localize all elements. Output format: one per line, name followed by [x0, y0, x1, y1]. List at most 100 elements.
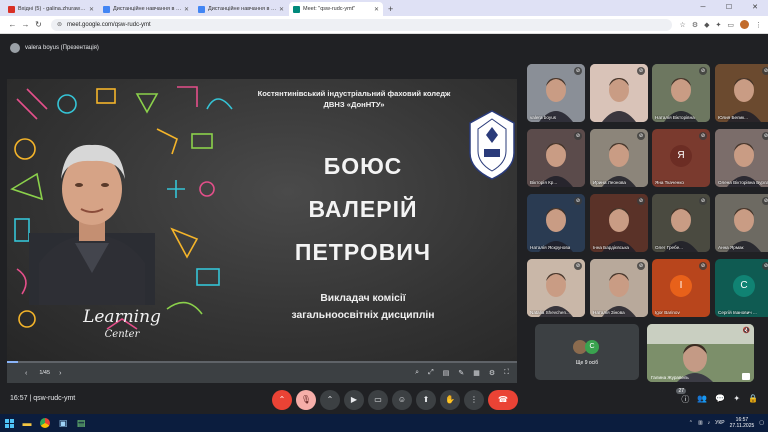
extension-icon[interactable]: ⚙ — [692, 21, 698, 29]
pin-icon[interactable] — [742, 373, 750, 380]
participant-tile[interactable]: ⊘ Вікторія Кр... — [527, 129, 585, 187]
others-tile[interactable]: C Ще 9 осіб — [535, 324, 639, 380]
notifications-icon[interactable]: ▢ — [759, 420, 764, 426]
browser-toolbar: ← → ↻ ⊜ meet.google.com/qsw-rudc-ymt ☆ ⚙… — [0, 16, 768, 34]
participant-tile[interactable]: I ⊘ Igor Barinov — [652, 259, 710, 317]
language-indicator[interactable]: УКР — [715, 420, 724, 426]
site-info-icon[interactable]: ⊜ — [57, 21, 62, 28]
presentation-stage[interactable]: Learning Center Костянтинівський індустр… — [7, 79, 517, 363]
surname: БОЮС — [323, 153, 403, 179]
participant-tile[interactable]: ⊘ Юлия Белик... — [715, 64, 768, 122]
fullscreen-icon[interactable]: ⛶ — [504, 369, 509, 377]
tab-favicon-icon — [103, 5, 110, 13]
fit-icon[interactable]: ⤢ — [428, 369, 434, 377]
volume-icon[interactable]: ♪ — [708, 420, 711, 426]
tab-close-icon[interactable]: ✕ — [89, 6, 94, 13]
self-mute-icon: 🔇 — [742, 328, 750, 334]
participant-tile[interactable]: ⊘ Інна Бардієвська — [590, 194, 648, 252]
minimize-icon[interactable]: ─ — [690, 0, 716, 16]
browser-tab-4[interactable]: Meet: "qsw-rudc-ymt" ✕ — [289, 2, 383, 16]
participant-tile[interactable]: ⊘ Анна Ярмак — [715, 194, 768, 252]
tab-favicon-icon — [293, 5, 300, 13]
participant-tile[interactable]: ⊘ Наталія Яскрунова — [527, 194, 585, 252]
windows-start-icon[interactable] — [0, 414, 18, 432]
participant-tile[interactable]: ⊘ Олена Вікторівна Бурлак — [715, 129, 768, 187]
leave-call-button[interactable]: ☎ — [488, 390, 518, 410]
participant-tile[interactable]: ⊘ valera boyus — [527, 64, 585, 122]
grid-icon[interactable]: ▦ — [473, 369, 480, 377]
bookmark-star-icon[interactable]: ☆ — [680, 21, 686, 29]
prev-slide-icon[interactable]: ‹ — [25, 370, 27, 377]
presentation-controls: ‹ 1/45 › ⌕ ⤢ ▤ ✎ ▦ ⚙ ⛶ — [7, 363, 517, 383]
tab-close-icon[interactable]: ✕ — [279, 6, 284, 13]
self-video-tile[interactable]: Галина Журавель 🔇 — [647, 324, 754, 382]
college-line-1: Костянтинівський індустріальний фаховий … — [257, 89, 451, 98]
meeting-code: qsw-rudc-ymt — [33, 395, 76, 402]
people-icon[interactable]: 👥 — [697, 394, 707, 405]
camera-toggle-button[interactable]: ▶ — [344, 390, 364, 410]
tray-chevron-icon[interactable]: ⌃ — [689, 420, 693, 426]
captions-icon[interactable]: ▤ — [443, 369, 450, 377]
captions-button[interactable]: ▭ — [368, 390, 388, 410]
chat-icon[interactable]: 💬 — [715, 394, 725, 405]
self-name: Галина Журавель — [651, 375, 689, 380]
settings-icon[interactable]: ⚙ — [489, 369, 495, 377]
extension-icon-2[interactable]: ◆ — [704, 21, 709, 29]
mic-options-button[interactable]: ⌃ — [272, 390, 292, 410]
meet-bottom-bar: 16:57 | qsw-rudc-ymt ⌃ 🎙 ⌃ ▶ ▭ ☺ ⬆ ✋ ⋮ ☎… — [0, 386, 768, 414]
browser-tab-strip: Вхідні (5) - galina.zhurawel@ict✕Дистанц… — [0, 0, 768, 16]
url-text: meet.google.com/qsw-rudc-ymt — [67, 21, 151, 28]
muted-mic-icon: ⊘ — [574, 262, 582, 270]
forward-icon[interactable]: → — [19, 20, 32, 29]
participant-tile[interactable]: ⊘ Наталія Зінова — [590, 259, 648, 317]
new-tab-icon[interactable]: + — [388, 2, 393, 16]
close-window-icon[interactable]: ✕ — [742, 0, 768, 16]
muted-mic-icon: ⊘ — [762, 262, 768, 270]
logo-text-center: Center — [104, 329, 140, 340]
host-controls-icon[interactable]: 🔒 — [748, 394, 758, 405]
raise-hand-button[interactable]: ✋ — [440, 390, 460, 410]
reload-icon[interactable]: ↻ — [32, 20, 45, 29]
emoji-button[interactable]: ☺ — [392, 390, 412, 410]
tab-close-icon[interactable]: ✕ — [184, 6, 189, 13]
browser-tab-1[interactable]: Вхідні (5) - galina.zhurawel@ict✕ — [4, 2, 98, 16]
tab-close-icon[interactable]: ✕ — [374, 6, 379, 13]
participant-name: Наталія Яскрунова — [530, 245, 571, 250]
mic-toggle-button[interactable]: 🎙 — [296, 390, 316, 410]
photos-app-icon[interactable]: ▣ — [54, 414, 72, 432]
chrome-icon[interactable] — [36, 414, 54, 432]
participant-tile[interactable]: ⊘ Natalia Shevchen... — [527, 259, 585, 317]
activities-icon[interactable]: ✦ — [733, 394, 740, 405]
muted-mic-icon: ⊘ — [637, 67, 645, 75]
participant-tile[interactable]: С ⊘ Сергій Іванович ... — [715, 259, 768, 317]
other-avatar-2: C — [585, 340, 599, 354]
participant-tile[interactable]: ⊘ Олег Гребе... — [652, 194, 710, 252]
pointer-icon[interactable]: ✎ — [458, 369, 464, 377]
menu-icon[interactable]: ⋮ — [755, 21, 762, 29]
browser-tab-2[interactable]: Дистанційне навчання в ВСП ✕ — [99, 2, 193, 16]
participant-initial: С — [733, 275, 755, 297]
file-explorer-icon[interactable]: ▬ — [18, 414, 36, 432]
participant-tile[interactable]: Я ⊘ Яна Ткаченко — [652, 129, 710, 187]
address-bar[interactable]: ⊜ meet.google.com/qsw-rudc-ymt — [51, 18, 672, 31]
browser-tab-3[interactable]: Дистанційне навчання в ВСП ✕ — [194, 2, 288, 16]
paint-app-icon[interactable]: ▤ — [72, 414, 90, 432]
tray-clock[interactable]: 16:57 27.11.2025 — [730, 417, 755, 429]
participant-tile[interactable]: ⊘ Ирина Леонова — [590, 129, 648, 187]
zoom-icon[interactable]: ⌕ — [415, 369, 419, 377]
sidepanel-icon[interactable]: ▭ — [727, 21, 734, 29]
participant-tile[interactable]: ⊘ — [590, 64, 648, 122]
camera-options-button[interactable]: ⌃ — [320, 390, 340, 410]
back-icon[interactable]: ← — [6, 20, 19, 29]
network-icon[interactable]: ▥ — [698, 420, 703, 426]
next-slide-icon[interactable]: › — [59, 370, 61, 377]
puzzle-icon[interactable]: ✦ — [716, 21, 722, 29]
maximize-icon[interactable]: ☐ — [716, 0, 742, 16]
info-icon[interactable]: ⓘ — [681, 394, 689, 405]
participant-initial: Я — [670, 145, 692, 167]
first-name: ВАЛЕРІЙ — [308, 196, 418, 222]
profile-avatar[interactable] — [740, 20, 749, 29]
participant-tile[interactable]: ⊘ Наталія Вікторівна — [652, 64, 710, 122]
more-options-button[interactable]: ⋮ — [464, 390, 484, 410]
present-button[interactable]: ⬆ — [416, 390, 436, 410]
